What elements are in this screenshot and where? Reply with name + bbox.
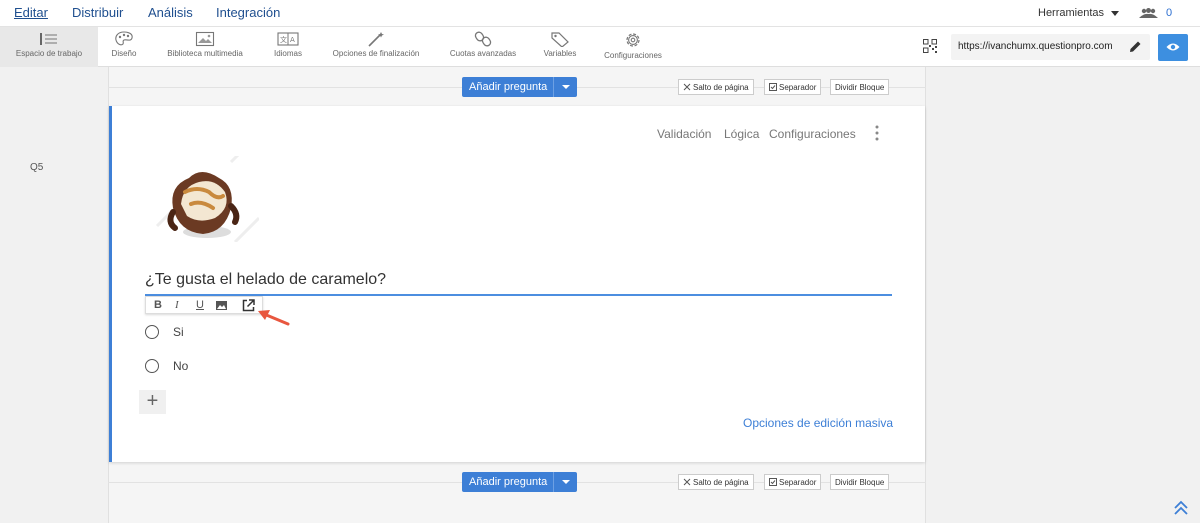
- question-number: Q5: [30, 162, 44, 173]
- tools-label: Herramientas: [1038, 7, 1105, 19]
- tag-icon: [551, 32, 569, 47]
- radio-button[interactable]: [145, 359, 159, 373]
- separator-button[interactable]: Separador: [764, 474, 822, 490]
- toolbar-languages[interactable]: 文 A Idiomas: [260, 27, 316, 67]
- toolbar-finish-options-label: Opciones de finalización: [332, 49, 420, 58]
- page-break-icon: [683, 478, 691, 486]
- eye-icon: [1166, 43, 1180, 51]
- toolbar-media-library[interactable]: Biblioteca multimedia: [150, 27, 260, 67]
- tools-menu[interactable]: Herramientas: [1038, 7, 1120, 19]
- validation-link[interactable]: Validación: [657, 127, 711, 141]
- page-break-button[interactable]: Salto de página: [678, 79, 754, 95]
- workspace-icon: [40, 33, 57, 45]
- block-bar-top: Añadir pregunta Salto de página Separado…: [108, 75, 926, 101]
- tab-analisis[interactable]: Análisis: [148, 5, 193, 20]
- option-label: Si: [173, 325, 184, 339]
- page-break-label: Salto de página: [693, 83, 749, 92]
- toolbar-settings-label: Configuraciones: [604, 51, 662, 60]
- italic-button[interactable]: I: [175, 299, 179, 311]
- kebab-menu-icon[interactable]: [875, 125, 879, 141]
- question-settings-link[interactable]: Configuraciones: [769, 127, 856, 141]
- top-nav: Editar Distribuir Análisis Integración H…: [0, 0, 1200, 27]
- bold-button[interactable]: B: [154, 299, 162, 311]
- external-link-icon[interactable]: [242, 299, 255, 312]
- survey-url-field[interactable]: https://ivanchumx.questionpro.com: [951, 34, 1150, 60]
- toolbar-settings[interactable]: Configuraciones: [590, 27, 676, 67]
- users-icon: [1139, 7, 1158, 18]
- scroll-to-top-icon[interactable]: [1173, 500, 1189, 516]
- image-icon: [195, 31, 215, 47]
- radio-button[interactable]: [145, 325, 159, 339]
- users-count: 0: [1166, 7, 1173, 19]
- bulk-edit-link[interactable]: Opciones de edición masiva: [743, 416, 893, 430]
- caret-down-icon[interactable]: [553, 472, 577, 492]
- add-option-button[interactable]: +: [139, 390, 166, 414]
- toolbar-quotas[interactable]: Cuotas avanzadas: [436, 27, 530, 67]
- toolbar-variables[interactable]: Variables: [530, 27, 590, 67]
- translate-icon: 文 A: [277, 32, 299, 46]
- add-question-label: Añadir pregunta: [469, 81, 548, 93]
- svg-text:A: A: [290, 36, 295, 44]
- add-question-button[interactable]: Añadir pregunta: [462, 472, 578, 492]
- link-icon: [474, 31, 492, 47]
- tab-distribuir[interactable]: Distribuir: [72, 5, 123, 20]
- annotation-arrow-icon: [258, 310, 290, 326]
- block-bar-bottom: Añadir pregunta Salto de página Separado…: [108, 470, 926, 496]
- checkbox-icon: [769, 83, 777, 91]
- split-block-label: Dividir Bloque: [835, 478, 885, 487]
- split-block-button[interactable]: Dividir Bloque: [830, 79, 890, 95]
- toolbar-quotas-label: Cuotas avanzadas: [449, 49, 517, 58]
- qr-code-icon[interactable]: [923, 39, 937, 53]
- checkbox-icon: [769, 478, 777, 486]
- palette-icon: [115, 31, 133, 46]
- tab-integracion[interactable]: Integración: [216, 5, 280, 20]
- caret-down-icon[interactable]: [553, 77, 577, 97]
- split-block-label: Dividir Bloque: [835, 83, 885, 92]
- split-block-button[interactable]: Dividir Bloque: [830, 474, 890, 490]
- survey-url: https://ivanchumx.questionpro.com: [958, 41, 1113, 52]
- option-label: No: [173, 359, 189, 373]
- toolbar-media-library-label: Biblioteca multimedia: [167, 49, 243, 58]
- magic-wand-icon: [368, 32, 384, 47]
- svg-text:文: 文: [280, 35, 287, 44]
- pencil-icon[interactable]: [1128, 40, 1142, 54]
- gear-icon: [626, 33, 640, 47]
- toolbar-design-label: Diseño: [111, 49, 137, 58]
- toolbar-workspace-label: Espacio de trabajo: [15, 49, 83, 58]
- separator-label: Separador: [779, 478, 817, 487]
- caret-down-icon: [1111, 10, 1120, 16]
- underline-button[interactable]: U: [196, 299, 204, 311]
- separator-label: Separador: [779, 83, 817, 92]
- question-text[interactable]: ¿Te gusta el helado de caramelo?: [145, 271, 386, 289]
- collaborators-button[interactable]: 0: [1139, 7, 1172, 19]
- question-image[interactable]: [151, 156, 259, 242]
- toolbar-design[interactable]: Diseño: [98, 27, 150, 67]
- page-break-button[interactable]: Salto de página: [678, 474, 754, 490]
- question-card[interactable]: Validación Lógica Configuraciones ¿Te gu…: [109, 106, 925, 462]
- toolbar-languages-label: Idiomas: [273, 49, 302, 58]
- toolbar-variables-label: Variables: [543, 49, 577, 58]
- insert-image-icon[interactable]: [216, 301, 227, 310]
- logic-link[interactable]: Lógica: [724, 127, 759, 141]
- add-question-button[interactable]: Añadir pregunta: [462, 77, 578, 97]
- separator-button[interactable]: Separador: [764, 79, 822, 95]
- page-break-label: Salto de página: [693, 478, 749, 487]
- format-toolbar: B I U: [145, 296, 263, 314]
- toolbar: Espacio de trabajo Diseño Biblioteca mul…: [0, 27, 1200, 67]
- page-break-icon: [683, 83, 691, 91]
- toolbar-finish-options[interactable]: Opciones de finalización: [316, 27, 436, 67]
- toolbar-workspace[interactable]: Espacio de trabajo: [0, 27, 98, 67]
- preview-button[interactable]: [1158, 34, 1188, 61]
- tab-editar[interactable]: Editar: [14, 5, 48, 20]
- add-question-label: Añadir pregunta: [469, 476, 548, 488]
